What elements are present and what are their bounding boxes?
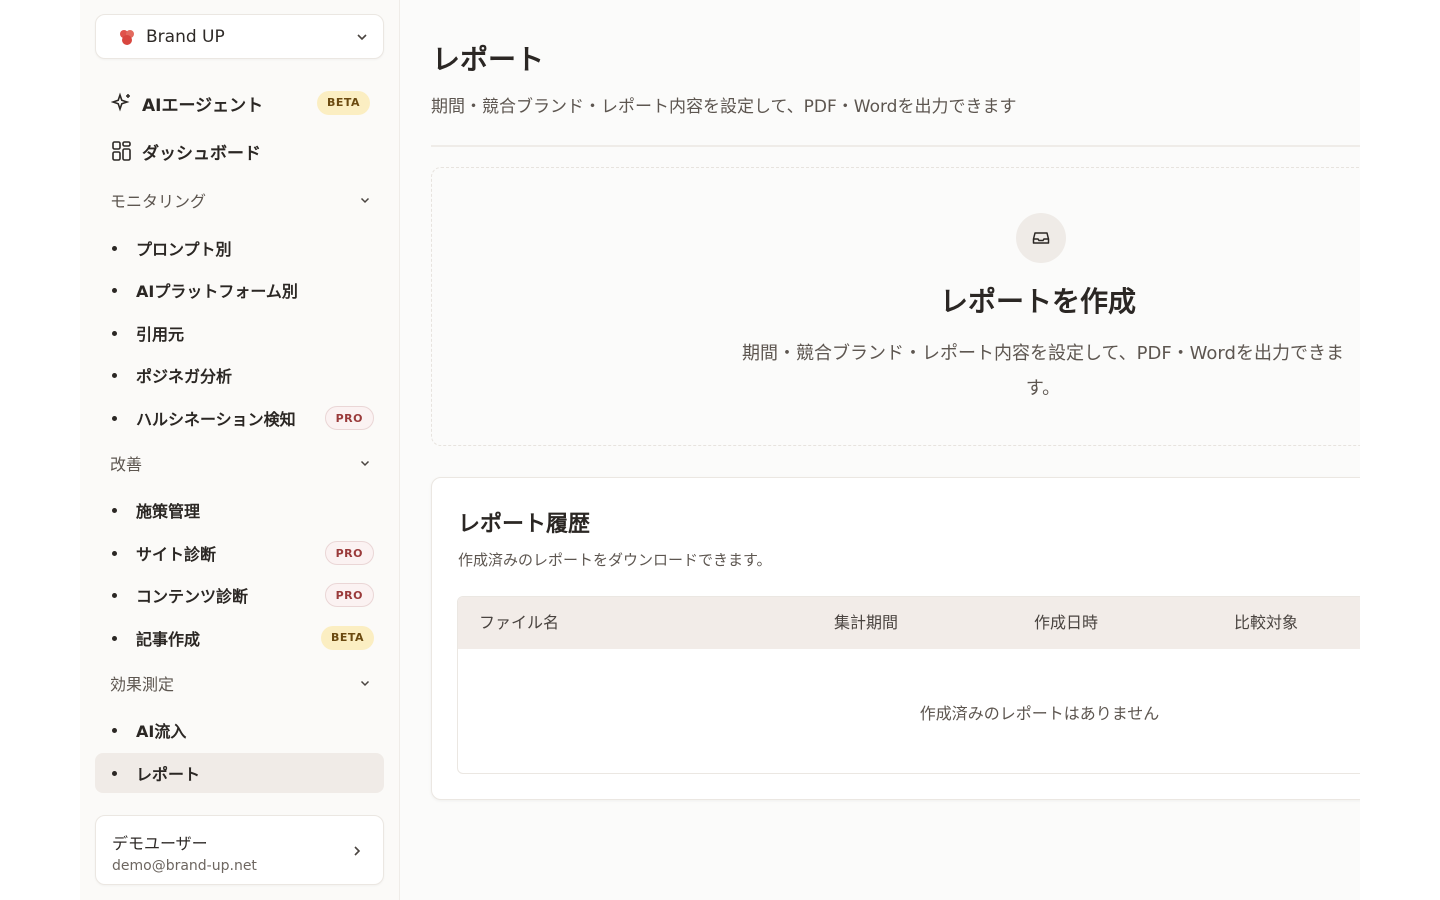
sidebar-item-label: プロンプト別 bbox=[136, 240, 232, 259]
column-header-created-at[interactable]: 作成日時 bbox=[1034, 597, 1098, 649]
sidebar-item-label: レポート bbox=[136, 765, 201, 784]
pro-badge: PRO bbox=[324, 406, 374, 430]
sidebar-item-article-creation[interactable]: 記事作成 BETA bbox=[110, 621, 374, 655]
column-header-comparison[interactable]: 比較対象 bbox=[1234, 597, 1298, 649]
bullet bbox=[112, 592, 117, 598]
sidebar-item-label: 記事作成 bbox=[136, 630, 201, 649]
sidebar-item-label: AI流入 bbox=[136, 722, 187, 741]
sidebar-item-site-diagnosis[interactable]: サイト診断 PRO bbox=[110, 536, 374, 570]
sidebar-item-label: 施策管理 bbox=[136, 502, 201, 521]
column-header-filename[interactable]: ファイル名 bbox=[479, 597, 559, 649]
nav-dashboard-label: ダッシュボード bbox=[142, 143, 261, 164]
table-header: ファイル名 集計期間 作成日時 比較対象 bbox=[458, 597, 1360, 649]
report-history-table: ファイル名 集計期間 作成日時 比較対象 作成済みのレポートはありません bbox=[457, 596, 1360, 774]
section-improvement-label: 改善 bbox=[110, 455, 143, 474]
section-measurement-label: 効果測定 bbox=[110, 675, 175, 694]
section-measurement[interactable]: 効果測定 bbox=[110, 671, 372, 695]
pro-badge: PRO bbox=[324, 583, 374, 607]
beta-badge: BETA bbox=[316, 91, 370, 115]
bullet bbox=[112, 550, 117, 556]
chevron-down-icon bbox=[358, 456, 372, 470]
create-report-description: 期間・競合ブランド・レポート内容を設定して、PDF・Wordを出力できます。 bbox=[742, 343, 1344, 399]
section-improvement[interactable]: 改善 bbox=[110, 451, 372, 475]
main-content: レポート 期間・競合ブランド・レポート内容を設定して、PDF・Wordを出力でき… bbox=[400, 0, 1360, 900]
chevron-down-icon bbox=[358, 193, 372, 207]
bullet bbox=[112, 770, 117, 776]
empty-state-message: 作成済みのレポートはありません bbox=[919, 704, 1160, 723]
create-report-card[interactable]: レポートを作成 期間・競合ブランド・レポート内容を設定して、PDF・Wordを出… bbox=[431, 167, 1360, 446]
section-monitoring-label: モニタリング bbox=[110, 192, 207, 211]
bullet bbox=[112, 507, 117, 513]
dashboard-icon bbox=[110, 139, 134, 163]
report-history-card: レポート履歴 作成済みのレポートをダウンロードできます。 ファイル名 集計期間 … bbox=[431, 477, 1360, 800]
sidebar-item-label: 引用元 bbox=[136, 325, 185, 344]
bullet bbox=[112, 330, 117, 336]
sidebar-item-label: ハルシネーション検知 bbox=[136, 410, 296, 429]
section-monitoring[interactable]: モニタリング bbox=[110, 188, 372, 212]
bullet bbox=[112, 727, 117, 733]
app-frame: Brand UP AIエージェント BETA ダッシュボード モニタリング プロ… bbox=[80, 0, 1360, 900]
pro-badge: PRO bbox=[324, 541, 374, 565]
sidebar-item-label: サイト診断 bbox=[136, 545, 217, 564]
brand-name: Brand UP bbox=[146, 26, 225, 47]
sidebar-item-label: コンテンツ診断 bbox=[136, 587, 249, 606]
sidebar-item-hallucination[interactable]: ハルシネーション検知 PRO bbox=[110, 401, 374, 435]
page-subtitle: 期間・競合ブランド・レポート内容を設定して、PDF・Wordを出力できます bbox=[431, 97, 1017, 117]
user-email: demo@brand-up.net bbox=[112, 858, 257, 874]
user-name: デモユーザー bbox=[112, 834, 208, 853]
sidebar-item-label: AIプラットフォーム別 bbox=[136, 282, 298, 301]
beta-badge: BETA bbox=[320, 626, 374, 650]
create-report-title: レポートを作成 bbox=[940, 285, 1137, 318]
user-menu[interactable]: デモユーザー demo@brand-up.net bbox=[95, 815, 384, 885]
report-history-title: レポート履歴 bbox=[458, 512, 591, 537]
nav-ai-agent[interactable]: AIエージェント BETA bbox=[110, 90, 370, 116]
sidebar: Brand UP AIエージェント BETA ダッシュボード モニタリング プロ… bbox=[80, 0, 400, 900]
nav-dashboard[interactable]: ダッシュボード bbox=[110, 138, 370, 164]
sidebar-item-ai-platform[interactable]: AIプラットフォーム別 bbox=[110, 273, 374, 307]
brand-switcher[interactable]: Brand UP bbox=[95, 14, 384, 59]
sidebar-item-content-diagnosis[interactable]: コンテンツ診断 PRO bbox=[110, 578, 374, 612]
chevron-right-icon bbox=[351, 843, 363, 862]
sidebar-item-prompt[interactable]: プロンプト別 bbox=[110, 231, 374, 265]
divider bbox=[431, 145, 1360, 147]
sidebar-item-citations[interactable]: 引用元 bbox=[110, 316, 374, 350]
sidebar-item-label: ポジネガ分析 bbox=[136, 367, 233, 386]
bullet bbox=[112, 372, 117, 378]
page-title: レポート bbox=[432, 43, 545, 76]
nav-ai-agent-label: AIエージェント bbox=[142, 95, 264, 116]
sidebar-item-ai-inflow[interactable]: AI流入 bbox=[110, 713, 374, 747]
chevron-down-icon bbox=[358, 676, 372, 690]
brand-logo-icon bbox=[118, 28, 136, 46]
bullet bbox=[112, 245, 117, 251]
sidebar-item-sentiment[interactable]: ポジネガ分析 bbox=[110, 358, 374, 392]
bullet bbox=[112, 287, 117, 293]
column-header-period[interactable]: 集計期間 bbox=[834, 597, 898, 649]
bullet bbox=[112, 635, 117, 641]
sidebar-item-report[interactable]: レポート bbox=[95, 753, 384, 793]
inbox-icon bbox=[1016, 213, 1066, 263]
bullet bbox=[112, 415, 117, 421]
chevron-down-icon bbox=[355, 30, 369, 44]
report-history-description: 作成済みのレポートをダウンロードできます。 bbox=[458, 551, 772, 569]
sparkle-icon bbox=[110, 91, 134, 115]
sidebar-item-measures[interactable]: 施策管理 bbox=[110, 493, 374, 527]
